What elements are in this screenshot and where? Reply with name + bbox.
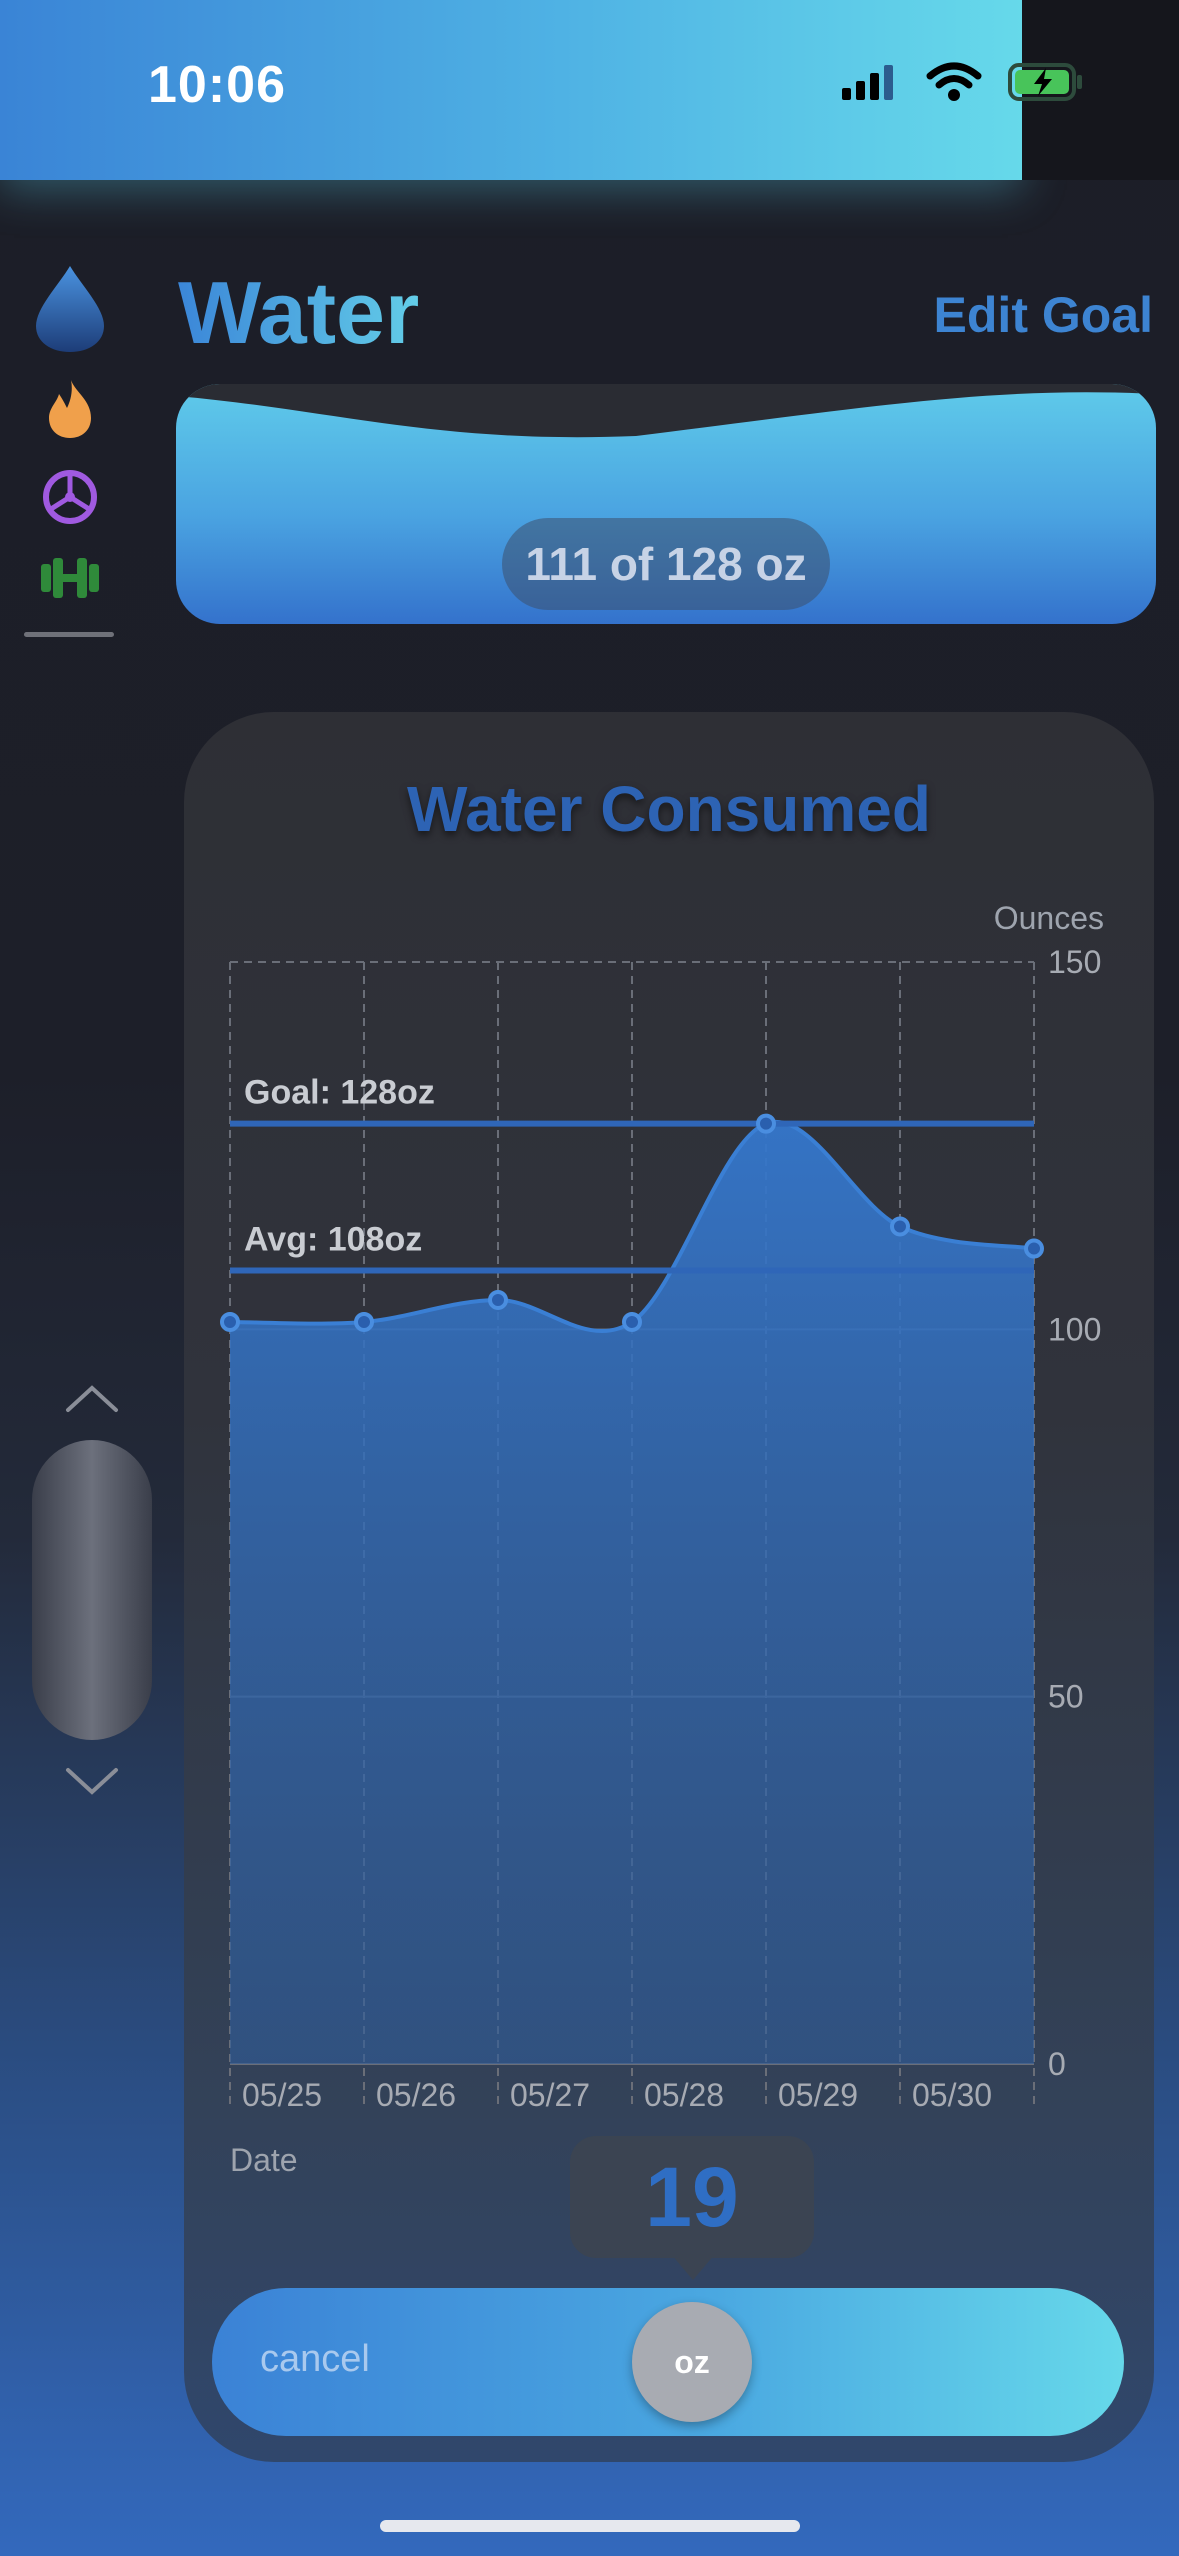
- home-indicator: [380, 2520, 800, 2532]
- picker-value: 19: [570, 2136, 814, 2258]
- water-drop-icon: [36, 266, 104, 352]
- battery-charging-icon: [1008, 63, 1082, 101]
- x-tick-label: 05/25: [242, 2077, 322, 2113]
- status-icons: [840, 62, 1084, 102]
- goal-label: Goal: 128oz: [244, 1074, 435, 1112]
- water-chart: Goal: 128oz Avg: 108oz 150 100 50 0 05/25 05/26…: [220, 944, 1101, 2113]
- data-point: [1024, 1238, 1044, 1259]
- sidebar-divider: [24, 632, 114, 637]
- unit-slider-knob[interactable]: oz: [632, 2302, 752, 2422]
- chevron-down-icon[interactable]: [62, 1764, 122, 1798]
- cancel-button[interactable]: cancel: [260, 2338, 370, 2381]
- cellular-signal-icon: [842, 65, 893, 100]
- picker-pointer: [671, 2254, 715, 2280]
- progress-label: 111 of 128 oz: [502, 518, 830, 610]
- page-title: Water: [178, 263, 420, 362]
- x-tick-label: 05/26: [376, 2077, 456, 2113]
- chevron-up-icon[interactable]: [62, 1382, 122, 1416]
- sidebar-item-cycling[interactable]: [0, 468, 140, 526]
- data-point: [756, 1113, 776, 1134]
- edit-goal-button[interactable]: Edit Goal: [934, 286, 1153, 344]
- y-tick-label: 150: [1048, 944, 1101, 980]
- y-tick-label: 50: [1048, 1679, 1084, 1715]
- x-tick-label: 05/27: [510, 2077, 590, 2113]
- average-label: Avg: 108oz: [244, 1221, 422, 1259]
- sidebar-item-water[interactable]: [0, 264, 140, 354]
- data-point: [890, 1216, 910, 1237]
- scroll-handle[interactable]: [32, 1440, 152, 1740]
- data-point: [354, 1311, 374, 1332]
- dumbbell-icon: [41, 558, 99, 598]
- x-tick-label: 05/29: [778, 2077, 858, 2113]
- y-tick-label: 100: [1048, 1311, 1101, 1347]
- data-point: [220, 1311, 240, 1332]
- status-time: 10:06: [148, 56, 286, 114]
- wheel-icon: [43, 470, 97, 524]
- y-tick-label: 0: [1048, 2046, 1066, 2082]
- data-point: [488, 1289, 508, 1310]
- x-tick-label: 05/28: [644, 2077, 724, 2113]
- flame-icon: [49, 380, 91, 438]
- wifi-icon: [926, 62, 982, 101]
- sidebar-item-calories[interactable]: [0, 378, 140, 440]
- sidebar-item-workout[interactable]: [0, 556, 140, 600]
- data-point: [622, 1311, 642, 1332]
- x-tick-label: 05/30: [912, 2077, 992, 2113]
